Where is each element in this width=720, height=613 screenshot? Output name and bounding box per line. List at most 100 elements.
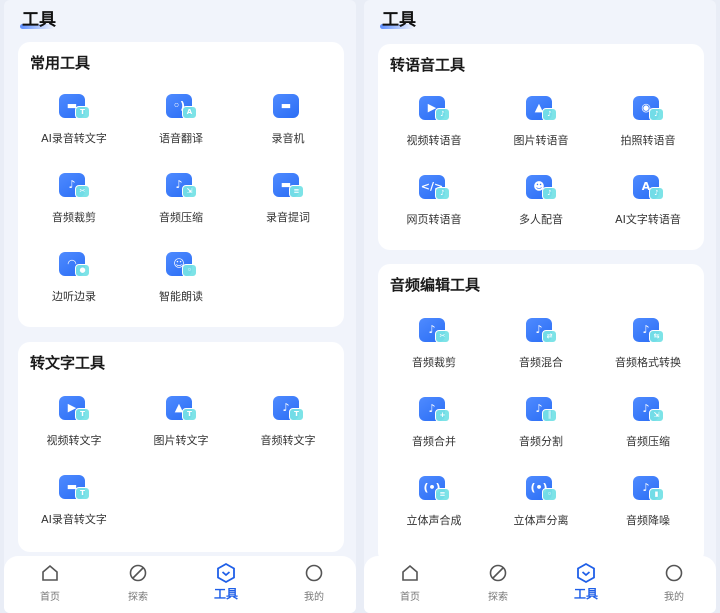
audio-compress-icon: ♪ ⇲: [630, 395, 666, 425]
section-audio-edit-tools: 音频编辑工具 ♪ ✂ 音频裁剪 ♪ ⇄ 音频混合 ♪ ⇆ 音频格式转换 ♪ + 音频合并 ♪ ║ 音频分割 ♪…: [378, 264, 704, 564]
tool-item[interactable]: ▬ 录音机: [236, 92, 340, 146]
video-to-text-icon: ▶ T: [56, 394, 92, 424]
tool-item[interactable]: ♪ ⇆ 音频格式转换: [596, 316, 700, 370]
explore-icon: [468, 562, 528, 584]
tool-item[interactable]: ◠ ● 边听边录: [22, 250, 126, 304]
tool-item[interactable]: ▶ T 视频转文字: [22, 394, 126, 448]
page-title: 工具: [22, 10, 56, 30]
tool-label: 录音提词: [266, 211, 310, 224]
tool-item[interactable]: ▬ T AI录音转文字: [22, 473, 126, 527]
web-to-voice-icon: </> ♪: [416, 173, 452, 203]
tool-label: 音频裁剪: [412, 356, 456, 369]
home-icon: [380, 562, 440, 584]
audio-compress-icon: ♪ ⇲: [163, 171, 199, 201]
ai-record-to-text-icon: ▬ T: [56, 92, 92, 122]
tab-label: 工具: [213, 587, 238, 601]
tool-label: 视频转语音: [406, 134, 462, 147]
tool-item[interactable]: ▶ ♪ 视频转语音: [382, 94, 486, 148]
tool-item[interactable]: ▲ T 图片转文字: [129, 394, 233, 448]
tab-tools[interactable]: 工具: [556, 562, 616, 602]
tool-item[interactable]: ☻ ♪ 多人配音: [489, 173, 593, 227]
tool-label: 音频压缩: [626, 435, 670, 448]
audio-trim-icon: ♪ ✂: [56, 171, 92, 201]
image-to-text-icon: ▲ T: [163, 394, 199, 424]
video-to-voice-icon: ▶ ♪: [416, 94, 452, 124]
tool-label: 音频裁剪: [52, 211, 96, 224]
section-title: 转文字工具: [30, 354, 106, 372]
tab-explore[interactable]: 探索: [468, 562, 528, 603]
photo-to-voice-icon: ◉ ♪: [630, 94, 666, 124]
tool-label: 多人配音: [519, 213, 563, 226]
tab-home[interactable]: 首页: [20, 562, 80, 603]
tool-item[interactable]: A ♪ AI文字转语音: [596, 173, 700, 227]
tab-tools[interactable]: 工具: [196, 562, 256, 602]
tools-icon: [196, 562, 256, 584]
tools-icon: [556, 562, 616, 584]
tab-label: 首页: [40, 592, 60, 603]
audio-format-icon: ♪ ⇆: [630, 316, 666, 346]
tool-label: 拍照转语音: [620, 134, 676, 147]
denoise-icon: ♪ ▮: [630, 474, 666, 504]
tool-label: AI录音转文字: [41, 132, 107, 145]
tool-label: 音频混合: [519, 356, 563, 369]
header: 工具: [4, 0, 356, 38]
tab-label: 探索: [128, 592, 148, 603]
tool-label: AI录音转文字: [41, 513, 107, 526]
tool-item[interactable]: ♪ ⇲ 音频压缩: [596, 395, 700, 449]
image-to-voice-icon: ▲ ♪: [523, 94, 559, 124]
tab-profile[interactable]: 我的: [284, 562, 344, 603]
tab-label: 我的: [664, 592, 684, 603]
tool-item[interactable]: ▬ T AI录音转文字: [22, 92, 126, 146]
tool-label: 立体声分离: [513, 514, 569, 527]
tab-label: 首页: [400, 592, 420, 603]
tab-label: 我的: [304, 592, 324, 603]
listen-record-icon: ◠ ●: [56, 250, 92, 280]
bottom-tab-bar: 首页 探索 工具 我的: [4, 556, 356, 613]
tool-item[interactable]: ♪ ✂ 音频裁剪: [22, 171, 126, 225]
tool-label: 语音翻译: [159, 132, 203, 145]
voice-translate-icon: ◦) A: [163, 92, 199, 122]
tool-item[interactable]: ◉ ♪ 拍照转语音: [596, 94, 700, 148]
audio-merge-icon: ♪ +: [416, 395, 452, 425]
tool-label: AI文字转语音: [615, 213, 681, 226]
audio-mix-icon: ♪ ⇄: [523, 316, 559, 346]
tab-home[interactable]: 首页: [380, 562, 440, 603]
smart-read-icon: ☺ ◦: [163, 250, 199, 280]
multi-dub-icon: ☻ ♪: [523, 173, 559, 203]
header: 工具: [364, 0, 716, 38]
tool-label: 视频转文字: [46, 434, 102, 447]
tool-item[interactable]: ▬ ≡ 录音提词: [236, 171, 340, 225]
section-title: 转语音工具: [390, 56, 466, 74]
tool-item[interactable]: ♪ ║ 音频分割: [489, 395, 593, 449]
ai-record-to-text-icon: ▬ T: [56, 473, 92, 503]
tool-label: 图片转语音: [513, 134, 569, 147]
tool-item[interactable]: </> ♪ 网页转语音: [382, 173, 486, 227]
tool-item[interactable]: ♪ + 音频合并: [382, 395, 486, 449]
tool-item[interactable]: ♪ ✂ 音频裁剪: [382, 316, 486, 370]
section-to-voice-tools: 转语音工具 ▶ ♪ 视频转语音 ▲ ♪ 图片转语音 ◉ ♪ 拍照转语音 </> ♪ 网页转语音 ☻ ♪ 多人…: [378, 44, 704, 250]
tool-item[interactable]: ▲ ♪ 图片转语音: [489, 94, 593, 148]
section-title: 音频编辑工具: [390, 276, 481, 294]
tool-item[interactable]: (•) ◦ 立体声分离: [489, 474, 593, 528]
tool-item[interactable]: (•) ≡ 立体声合成: [382, 474, 486, 528]
tab-profile[interactable]: 我的: [644, 562, 704, 603]
stereo-merge-icon: (•) ≡: [416, 474, 452, 504]
home-icon: [20, 562, 80, 584]
explore-icon: [108, 562, 168, 584]
tool-item[interactable]: ♪ T 音频转文字: [236, 394, 340, 448]
tool-label: 边听边录: [52, 290, 96, 303]
tools-screen-right: 工具 转语音工具 ▶ ♪ 视频转语音 ▲ ♪ 图片转语音 ◉ ♪ 拍照转语音 </> ♪ 网页转语音 ☻…: [364, 0, 716, 613]
tool-item[interactable]: ♪ ⇄ 音频混合: [489, 316, 593, 370]
audio-to-text-icon: ♪ T: [270, 394, 306, 424]
tool-item[interactable]: ☺ ◦ 智能朗读: [129, 250, 233, 304]
tool-label: 音频压缩: [159, 211, 203, 224]
tool-item[interactable]: ◦) A 语音翻译: [129, 92, 233, 146]
ai-text-to-voice-icon: A ♪: [630, 173, 666, 203]
tool-label: 立体声合成: [406, 514, 462, 527]
tab-label: 探索: [488, 592, 508, 603]
tool-label: 图片转文字: [153, 434, 209, 447]
tab-explore[interactable]: 探索: [108, 562, 168, 603]
tool-label: 智能朗读: [159, 290, 203, 303]
tool-item[interactable]: ♪ ▮ 音频降噪: [596, 474, 700, 528]
tool-item[interactable]: ♪ ⇲ 音频压缩: [129, 171, 233, 225]
